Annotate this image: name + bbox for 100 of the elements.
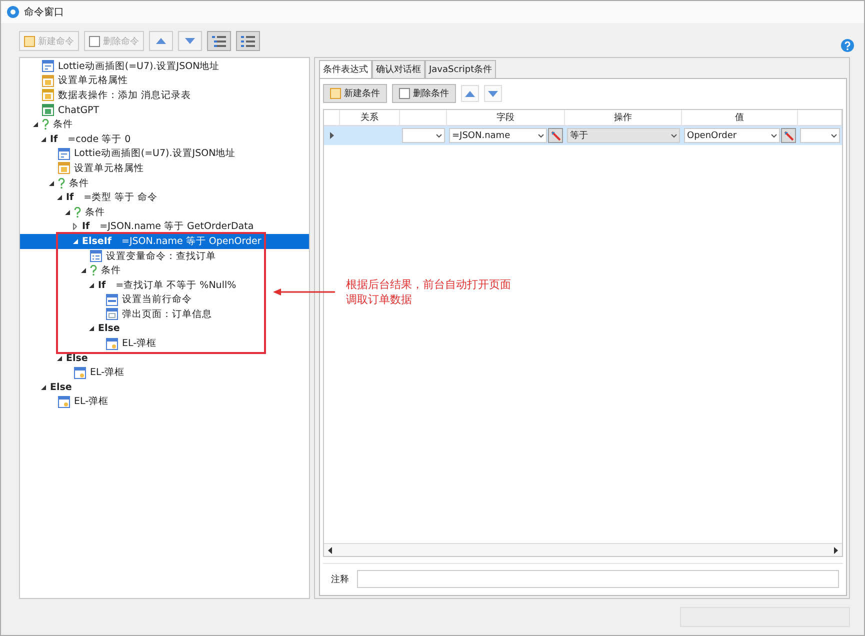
item-text: EL-弹框 — [122, 337, 157, 350]
tree-item[interactable]: 条件 — [20, 204, 109, 220]
tree-item[interactable]: Lottie动画插图(=U7).设置JSON地址 — [20, 59, 224, 74]
tree-item[interactable]: 条件 — [20, 176, 93, 190]
formula-button[interactable] — [548, 128, 563, 143]
tree-item[interactable]: If =JSON.name 等于 GetOrderData — [20, 220, 258, 234]
tree-item[interactable]: Else — [20, 380, 82, 395]
tree-item[interactable]: 数据表操作：添加 消息记录表 — [20, 88, 196, 103]
window-title: 命令窗口 — [24, 6, 64, 19]
command-icon — [58, 396, 70, 408]
formula-button[interactable] — [781, 128, 796, 143]
list-icon — [241, 36, 255, 46]
branch-keyword: Else — [50, 382, 72, 393]
command-icon — [58, 162, 70, 174]
tree-item[interactable]: 条件 — [20, 263, 125, 278]
condition-text: =code 等于 0 — [68, 132, 131, 146]
item-text: 设置单元格属性 — [58, 74, 128, 88]
caret-icon — [831, 134, 837, 138]
move-up-button[interactable] — [461, 85, 479, 102]
item-text: Lottie动画插图(=U7).设置JSON地址 — [74, 147, 236, 160]
tree-item[interactable]: ElseIf =JSON.name 等于 OpenOrder — [20, 234, 309, 249]
horizontal-scrollbar[interactable] — [324, 543, 842, 556]
field-dropdown[interactable]: =JSON.name — [449, 128, 547, 143]
expanded-arrow-icon[interactable] — [56, 356, 62, 361]
scroll-left-icon[interactable] — [328, 546, 332, 554]
annotation-text: 根据后台结果，前台自动打开页面调取订单数据 — [346, 277, 512, 307]
expanded-arrow-icon[interactable] — [80, 268, 86, 274]
grid-row[interactable]: =JSON.name 等于 OpenOrder — [324, 126, 842, 145]
tree-item[interactable]: If =查找订单 不等于 %Null% — [20, 278, 240, 292]
command-icon — [106, 338, 118, 350]
column-header: 值 — [682, 110, 798, 125]
expanded-arrow-icon[interactable] — [32, 122, 38, 128]
delete-condition-button[interactable]: 删除条件 — [392, 84, 456, 103]
expanded-arrow-icon[interactable] — [56, 195, 62, 200]
expanded-arrow-icon[interactable] — [88, 326, 94, 332]
command-icon — [42, 104, 54, 116]
expanded-arrow-icon[interactable] — [40, 384, 46, 390]
command-icon — [90, 250, 102, 262]
expanded-arrow-icon[interactable] — [40, 136, 46, 142]
tree-item[interactable]: 弹出页面：订单信息 — [20, 307, 216, 322]
tree-item[interactable]: 设置变量命令：查找订单 — [20, 248, 220, 264]
tree-view-button[interactable] — [207, 31, 231, 51]
caret-icon — [538, 134, 544, 138]
tree-item[interactable]: EL-弹框 — [20, 365, 129, 380]
question-icon — [90, 265, 97, 276]
item-text: 条件 — [101, 264, 121, 278]
command-icon — [42, 74, 54, 87]
tree-item[interactable]: If =类型 等于 命令 — [20, 190, 162, 205]
tab[interactable]: JavaScript条件 — [425, 60, 496, 78]
tree-item[interactable]: 设置单元格属性 — [20, 74, 132, 88]
up-triangle-icon — [465, 90, 475, 96]
item-text: EL-弹框 — [74, 395, 109, 408]
command-icon — [42, 89, 54, 102]
tree-item[interactable]: Lottie动画插图(=U7).设置JSON地址 — [20, 146, 240, 162]
down-triangle-icon — [185, 38, 195, 44]
operator-dropdown[interactable]: 等于 — [567, 128, 680, 143]
item-text: 数据表操作：添加 消息记录表 — [58, 88, 192, 102]
app-logo-icon — [7, 6, 19, 18]
callout-arrow — [273, 288, 335, 296]
item-text: 设置单元格属性 — [74, 162, 144, 175]
value-dropdown[interactable]: OpenOrder — [684, 128, 780, 143]
command-icon — [58, 148, 70, 160]
item-text: Lottie动画插图(=U7).设置JSON地址 — [58, 60, 220, 73]
collapsed-arrow-icon[interactable] — [73, 223, 77, 230]
expanded-arrow-icon[interactable] — [48, 180, 54, 186]
tab[interactable]: 确认对话框 — [372, 60, 425, 78]
condition-text: =JSON.name 等于 OpenOrder — [122, 234, 262, 248]
down-triangle-icon — [488, 90, 498, 96]
up-triangle-icon — [156, 38, 166, 44]
tree-item[interactable]: ChatGPT — [20, 102, 104, 118]
item-text: 条件 — [85, 206, 105, 219]
tree-item[interactable]: 条件 — [20, 117, 77, 132]
tab[interactable]: 条件表达式 — [319, 60, 372, 78]
new-condition-button[interactable]: 新建条件 — [323, 84, 387, 103]
condition-text: =JSON.name 等于 GetOrderData — [100, 220, 254, 234]
note-label: 注释 — [331, 574, 349, 586]
tree-item[interactable]: EL-弹框 — [20, 394, 113, 410]
expanded-arrow-icon[interactable] — [64, 210, 70, 215]
caret-icon — [671, 134, 677, 138]
branch-keyword: If — [50, 134, 58, 145]
tree-item[interactable]: Else — [20, 322, 130, 336]
help-icon[interactable] — [841, 38, 854, 52]
move-down-button[interactable] — [178, 31, 202, 51]
condition-text: =查找订单 不等于 %Null% — [116, 278, 236, 292]
note-field[interactable] — [357, 570, 839, 588]
branch-keyword: If — [98, 280, 106, 291]
tree-item[interactable]: If =code 等于 0 — [20, 132, 135, 147]
tree-item[interactable]: 设置当前行命令 — [20, 292, 196, 308]
tree-item[interactable]: 设置单元格属性 — [20, 161, 148, 176]
expanded-arrow-icon[interactable] — [88, 282, 94, 288]
question-icon — [42, 119, 49, 130]
scroll-right-icon[interactable] — [834, 546, 838, 554]
tree-item[interactable]: Else — [20, 350, 98, 366]
item-text: 条件 — [53, 118, 73, 132]
list-view-button[interactable] — [236, 31, 260, 51]
tree-item[interactable]: EL-弹框 — [20, 336, 161, 351]
move-down-button[interactable] — [484, 85, 502, 102]
branch-keyword: Else — [98, 323, 120, 334]
move-up-button[interactable] — [149, 31, 173, 51]
item-text: 条件 — [69, 176, 89, 190]
